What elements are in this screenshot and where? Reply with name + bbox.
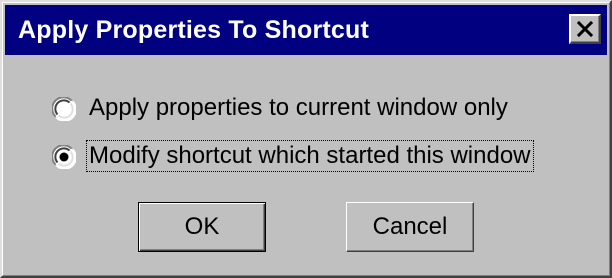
cancel-button[interactable]: Cancel — [346, 202, 474, 252]
radio-option-modify-shortcut[interactable]: Modify shortcut which started this windo… — [52, 140, 534, 174]
close-button[interactable] — [569, 14, 601, 44]
radio-label-modify-shortcut[interactable]: Modify shortcut which started this windo… — [86, 140, 534, 172]
radio-button-unchecked[interactable] — [52, 97, 76, 121]
radio-button-checked[interactable] — [52, 145, 76, 169]
ok-button[interactable]: OK — [138, 202, 266, 252]
dialog-title: Apply Properties To Shortcut — [18, 16, 369, 44]
radio-label-current-window[interactable]: Apply properties to current window only — [86, 92, 511, 124]
close-x-icon — [577, 21, 593, 37]
apply-properties-dialog: Apply Properties To Shortcut Apply prope… — [0, 0, 612, 278]
title-bar[interactable]: Apply Properties To Shortcut — [5, 5, 607, 55]
radio-option-current-window[interactable]: Apply properties to current window only — [52, 92, 508, 126]
radio-dot — [59, 152, 69, 162]
